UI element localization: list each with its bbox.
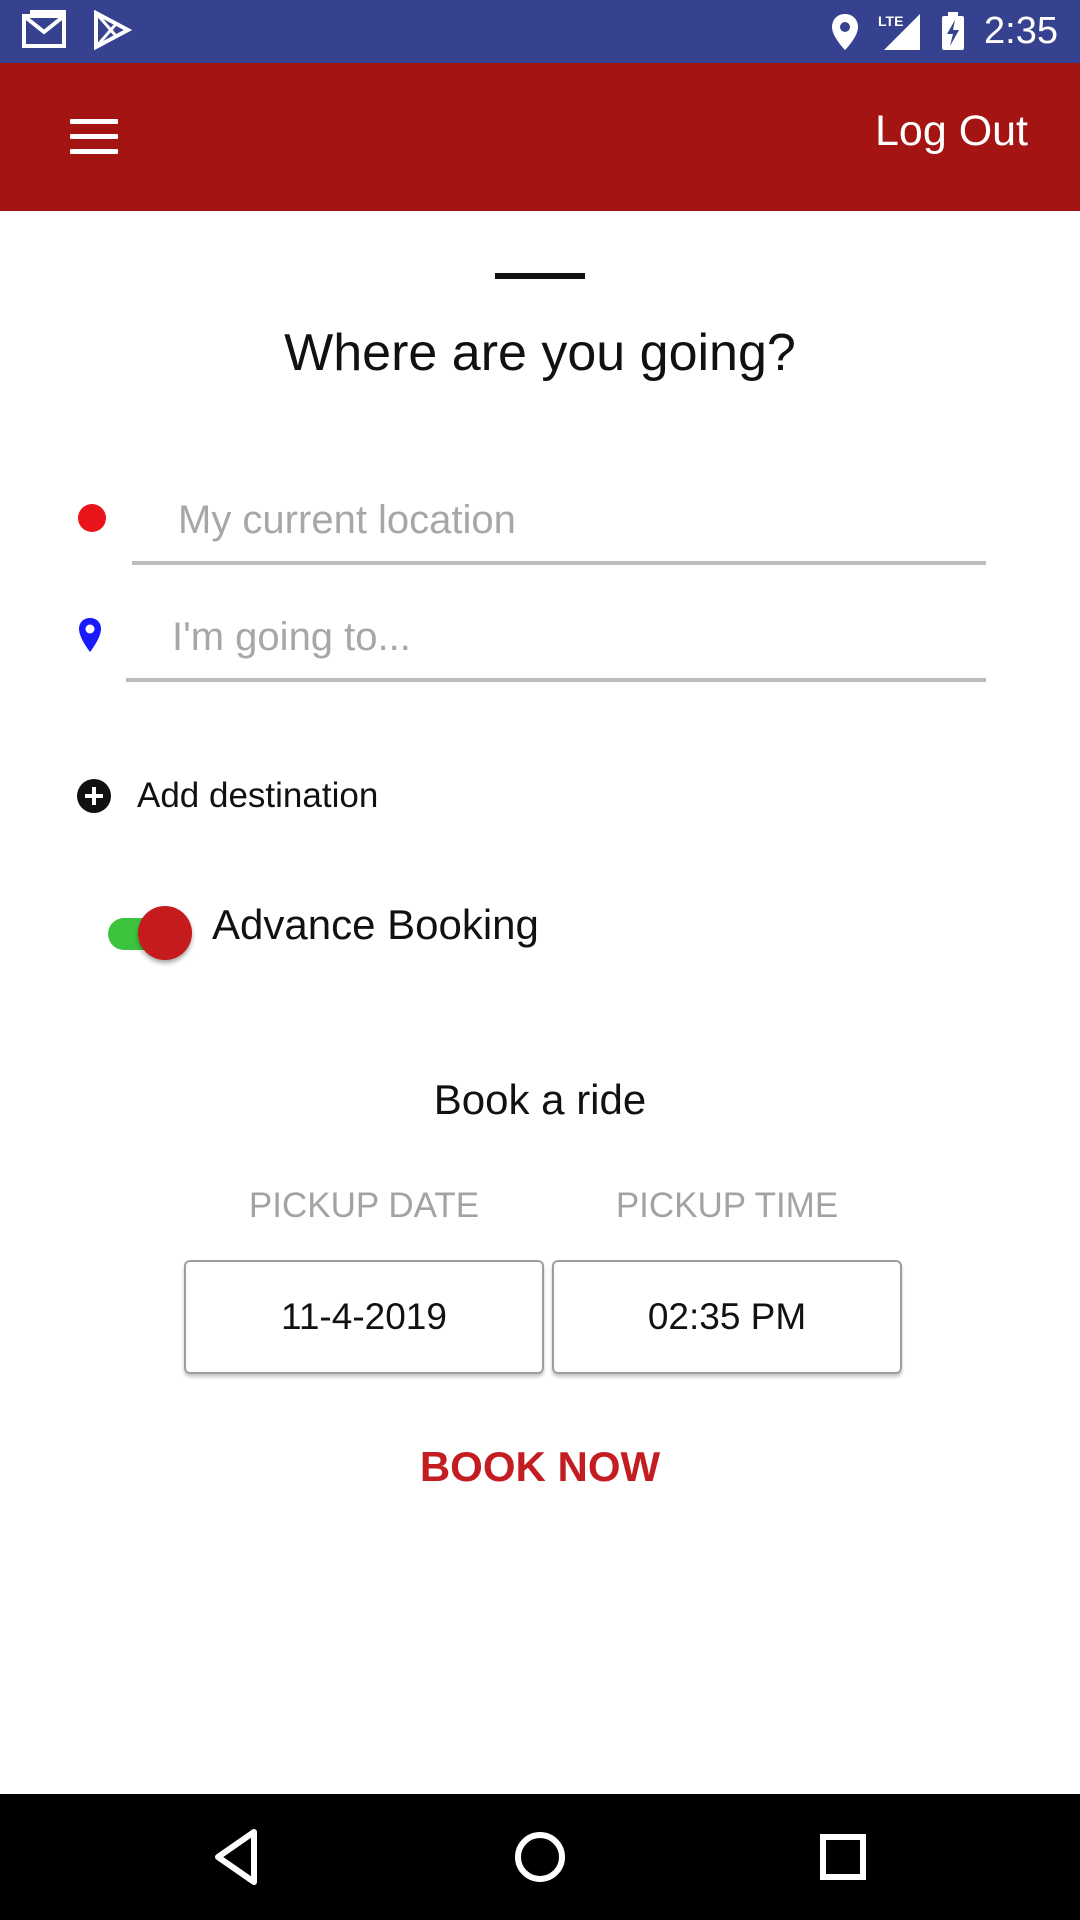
- pickup-date-picker[interactable]: 11-4-2019: [184, 1260, 544, 1374]
- destination-field[interactable]: [126, 596, 986, 682]
- advance-booking-toggle[interactable]: [108, 906, 192, 960]
- hamburger-menu-icon[interactable]: [70, 119, 120, 155]
- book-now-button[interactable]: BOOK NOW: [0, 1443, 1080, 1491]
- app-bar: Log Out: [0, 63, 1080, 211]
- system-icons: LTE 2:35: [830, 0, 1058, 63]
- status-time: 2:35: [984, 10, 1058, 52]
- booking-sheet: Where are you going? Add destination Adv…: [0, 211, 1080, 1794]
- pickup-time-picker[interactable]: 02:35 PM: [552, 1260, 902, 1374]
- battery-charging-icon: [942, 11, 965, 50]
- sheet-title: Where are you going?: [284, 324, 796, 382]
- logout-button[interactable]: Log Out: [875, 107, 1028, 156]
- origin-field[interactable]: [132, 479, 986, 565]
- add-destination-button[interactable]: Add destination: [77, 776, 378, 816]
- signal-icon: LTE: [878, 13, 921, 50]
- screen: LTE 2:35 Log Out Where are you going? My…: [0, 0, 1080, 1920]
- pickup-date-label: PICKUP DATE: [248, 1186, 480, 1225]
- drag-handle[interactable]: [495, 273, 585, 279]
- destination-input[interactable]: [126, 596, 986, 678]
- gmail-icon: [22, 10, 66, 48]
- network-label: LTE: [878, 13, 903, 29]
- back-icon[interactable]: [204, 1824, 270, 1890]
- pickup-time-label: PICKUP TIME: [615, 1186, 839, 1225]
- recents-icon[interactable]: [810, 1824, 876, 1890]
- play-store-icon: [94, 10, 132, 50]
- add-circle-icon: [77, 779, 111, 813]
- notification-icons: [22, 10, 132, 50]
- home-icon[interactable]: [507, 1824, 573, 1890]
- status-bar: LTE 2:35: [0, 0, 1080, 63]
- origin-dot-icon: [78, 504, 106, 532]
- system-nav-bar: [0, 1794, 1080, 1920]
- add-destination-label: Add destination: [137, 776, 379, 815]
- toggle-knob: [138, 906, 192, 960]
- origin-input[interactable]: [132, 479, 986, 561]
- location-icon: [832, 13, 859, 50]
- advance-booking-label: Advance Booking: [212, 901, 539, 948]
- book-ride-title: Book a ride: [433, 1076, 647, 1123]
- destination-pin-icon: [79, 618, 101, 652]
